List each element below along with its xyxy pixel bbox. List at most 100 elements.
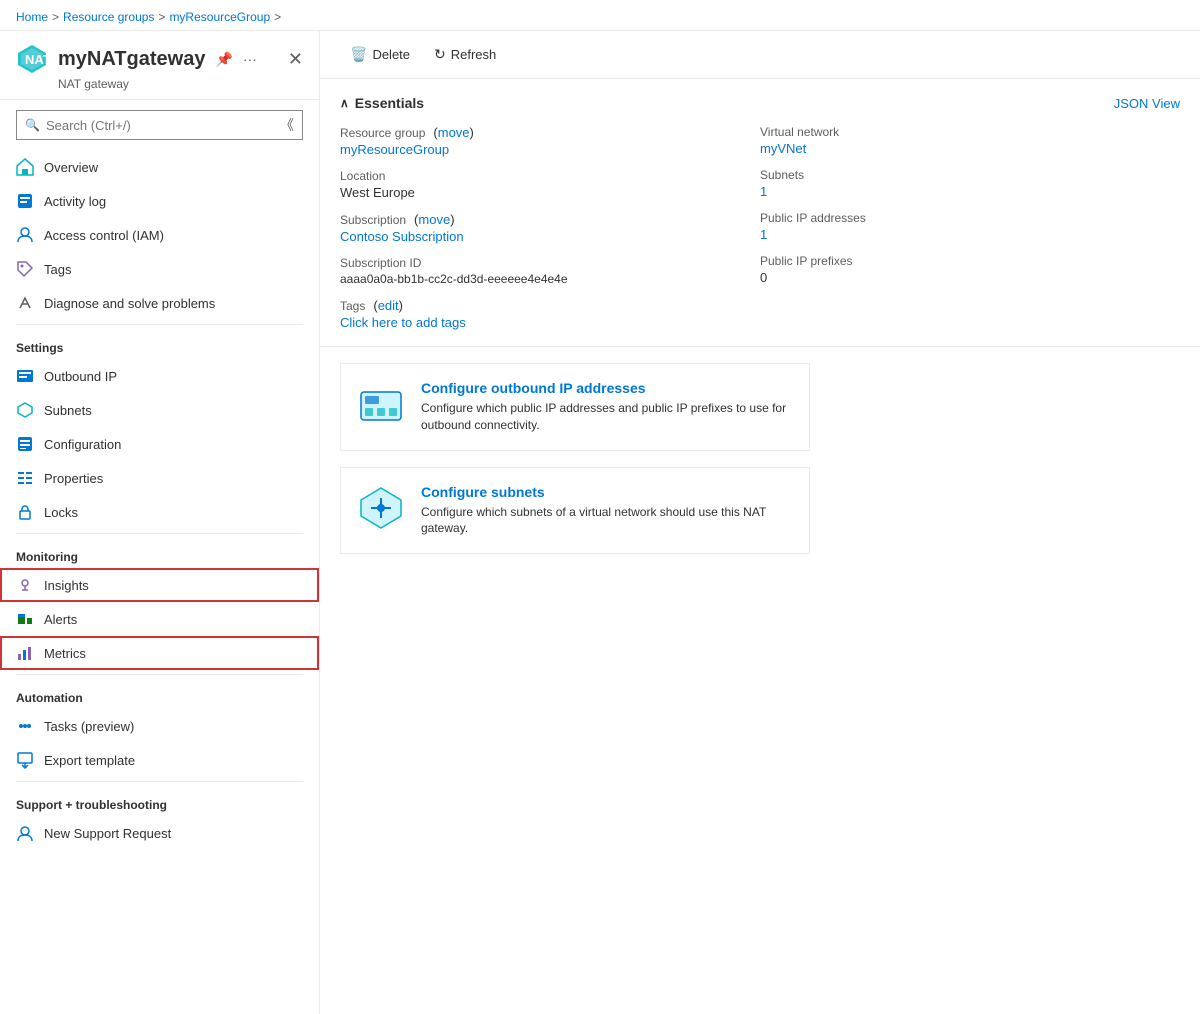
field-subnets: Subnets 1	[760, 168, 1180, 199]
tags-label: Tags	[44, 262, 71, 277]
svg-text:NAT: NAT	[25, 52, 48, 67]
subnets-count-link[interactable]: 1	[760, 184, 1180, 199]
resource-name: myNATgateway	[58, 48, 205, 71]
locks-icon	[16, 503, 34, 521]
public-ip-link[interactable]: 1	[760, 227, 1180, 242]
subnets-card-title[interactable]: Configure subnets	[421, 484, 793, 500]
outbound-card-desc: Configure which public IP addresses and …	[421, 400, 793, 434]
outbound-ip-icon	[16, 367, 34, 385]
automation-section-label: Automation	[0, 679, 319, 709]
insights-icon	[16, 576, 34, 594]
subnets-label: Subnets	[44, 403, 92, 418]
sidebar-item-metrics[interactable]: Metrics	[0, 636, 319, 670]
monitoring-section-label: Monitoring	[0, 538, 319, 568]
search-icon: 🔍	[25, 118, 40, 132]
settings-section-label: Settings	[0, 329, 319, 359]
support-icon	[16, 824, 34, 842]
outbound-card-content: Configure outbound IP addresses Configur…	[421, 380, 793, 434]
sidebar-header: NAT myNATgateway 📌 ··· ✕ NAT gateway	[0, 31, 319, 100]
outbound-card-icon	[357, 380, 405, 428]
collapse-sidebar-icon[interactable]: 《	[280, 115, 294, 135]
diagnose-icon	[16, 294, 34, 312]
essentials-right: Virtual network myVNet Subnets 1 Public …	[760, 125, 1180, 330]
subscription-link[interactable]: Contoso Subscription	[340, 229, 760, 244]
close-icon[interactable]: ✕	[288, 49, 303, 70]
search-input[interactable]	[46, 118, 226, 133]
sidebar-item-activity-log[interactable]: Activity log	[0, 184, 319, 218]
field-location: Location West Europe	[340, 169, 760, 200]
delete-icon: 🗑️	[350, 46, 367, 63]
access-control-label: Access control (IAM)	[44, 228, 164, 243]
sidebar-item-access-control[interactable]: Access control (IAM)	[0, 218, 319, 252]
sidebar-item-locks[interactable]: Locks	[0, 495, 319, 529]
activity-log-label: Activity log	[44, 194, 106, 209]
configuration-label: Configuration	[44, 437, 121, 452]
insights-label: Insights	[44, 578, 89, 593]
virtual-network-link[interactable]: myVNet	[760, 141, 1180, 156]
diagnose-label: Diagnose and solve problems	[44, 296, 215, 311]
subscription-move-link[interactable]: move	[418, 212, 450, 227]
subnets-card-content: Configure subnets Configure which subnet…	[421, 484, 793, 538]
nat-gateway-icon: NAT	[16, 43, 48, 75]
essentials-chevron[interactable]: ∧	[340, 96, 349, 110]
essentials-grid: Resource group (move) myResourceGroup Lo…	[340, 125, 1180, 330]
configure-subnets-card: Configure subnets Configure which subnet…	[340, 467, 810, 555]
export-icon	[16, 751, 34, 769]
sidebar-item-insights[interactable]: Insights	[0, 568, 319, 602]
field-virtual-network: Virtual network myVNet	[760, 125, 1180, 156]
essentials-section: ∧ Essentials JSON View Resource group (m…	[320, 79, 1200, 347]
essentials-title-text: Essentials	[355, 95, 424, 111]
refresh-button[interactable]: ↻ Refresh	[424, 41, 506, 68]
subnets-icon	[16, 401, 34, 419]
sidebar-item-tags[interactable]: Tags	[0, 252, 319, 286]
field-resource-group: Resource group (move) myResourceGroup	[340, 125, 760, 157]
overview-icon	[16, 158, 34, 176]
sidebar-item-properties[interactable]: Properties	[0, 461, 319, 495]
cards-section: Configure outbound IP addresses Configur…	[320, 347, 1200, 570]
sidebar-item-diagnose[interactable]: Diagnose and solve problems	[0, 286, 319, 320]
sidebar-item-support[interactable]: New Support Request	[0, 816, 319, 850]
delete-button[interactable]: 🗑️ Delete	[340, 41, 420, 68]
breadcrumb-resource-group[interactable]: myResourceGroup	[169, 10, 270, 24]
sidebar: NAT myNATgateway 📌 ··· ✕ NAT gateway 🔍 《…	[0, 31, 320, 1014]
divider-automation	[16, 674, 303, 675]
divider-support	[16, 781, 303, 782]
resource-group-link[interactable]: myResourceGroup	[340, 142, 760, 157]
field-subscription: Subscription (move) Contoso Subscription	[340, 212, 760, 244]
toolbar: 🗑️ Delete ↻ Refresh	[320, 31, 1200, 79]
locks-label: Locks	[44, 505, 78, 520]
metrics-icon	[16, 644, 34, 662]
outbound-card-title[interactable]: Configure outbound IP addresses	[421, 380, 793, 396]
export-label: Export template	[44, 753, 135, 768]
divider-settings	[16, 324, 303, 325]
divider-monitoring	[16, 533, 303, 534]
alerts-label: Alerts	[44, 612, 77, 627]
json-view-link[interactable]: JSON View	[1114, 96, 1180, 111]
sidebar-item-export[interactable]: Export template	[0, 743, 319, 777]
essentials-left: Resource group (move) myResourceGroup Lo…	[340, 125, 760, 330]
tags-icon	[16, 260, 34, 278]
add-tags-link[interactable]: Click here to add tags	[340, 315, 760, 330]
breadcrumb-resource-groups[interactable]: Resource groups	[63, 10, 154, 24]
subnets-card-desc: Configure which subnets of a virtual net…	[421, 504, 793, 538]
sidebar-item-outbound-ip[interactable]: Outbound IP	[0, 359, 319, 393]
essentials-header: ∧ Essentials JSON View	[340, 95, 1180, 111]
sidebar-item-configuration[interactable]: Configuration	[0, 427, 319, 461]
support-label: New Support Request	[44, 826, 171, 841]
properties-icon	[16, 469, 34, 487]
resource-group-move-link[interactable]: move	[438, 125, 470, 140]
breadcrumb-home[interactable]: Home	[16, 10, 48, 24]
field-subscription-id: Subscription ID aaaa0a0a-bb1b-cc2c-dd3d-…	[340, 256, 760, 286]
activity-log-icon	[16, 192, 34, 210]
pin-icon[interactable]: 📌	[215, 51, 232, 68]
configuration-icon	[16, 435, 34, 453]
support-section-label: Support + troubleshooting	[0, 786, 319, 816]
sidebar-item-tasks[interactable]: Tasks (preview)	[0, 709, 319, 743]
sidebar-item-subnets[interactable]: Subnets	[0, 393, 319, 427]
overview-label: Overview	[44, 160, 98, 175]
tags-edit-link[interactable]: edit	[378, 298, 399, 313]
sidebar-item-overview[interactable]: Overview	[0, 150, 319, 184]
field-tags: Tags (edit) Click here to add tags	[340, 298, 760, 330]
sidebar-item-alerts[interactable]: Alerts	[0, 602, 319, 636]
more-options-icon[interactable]: ···	[243, 51, 257, 67]
